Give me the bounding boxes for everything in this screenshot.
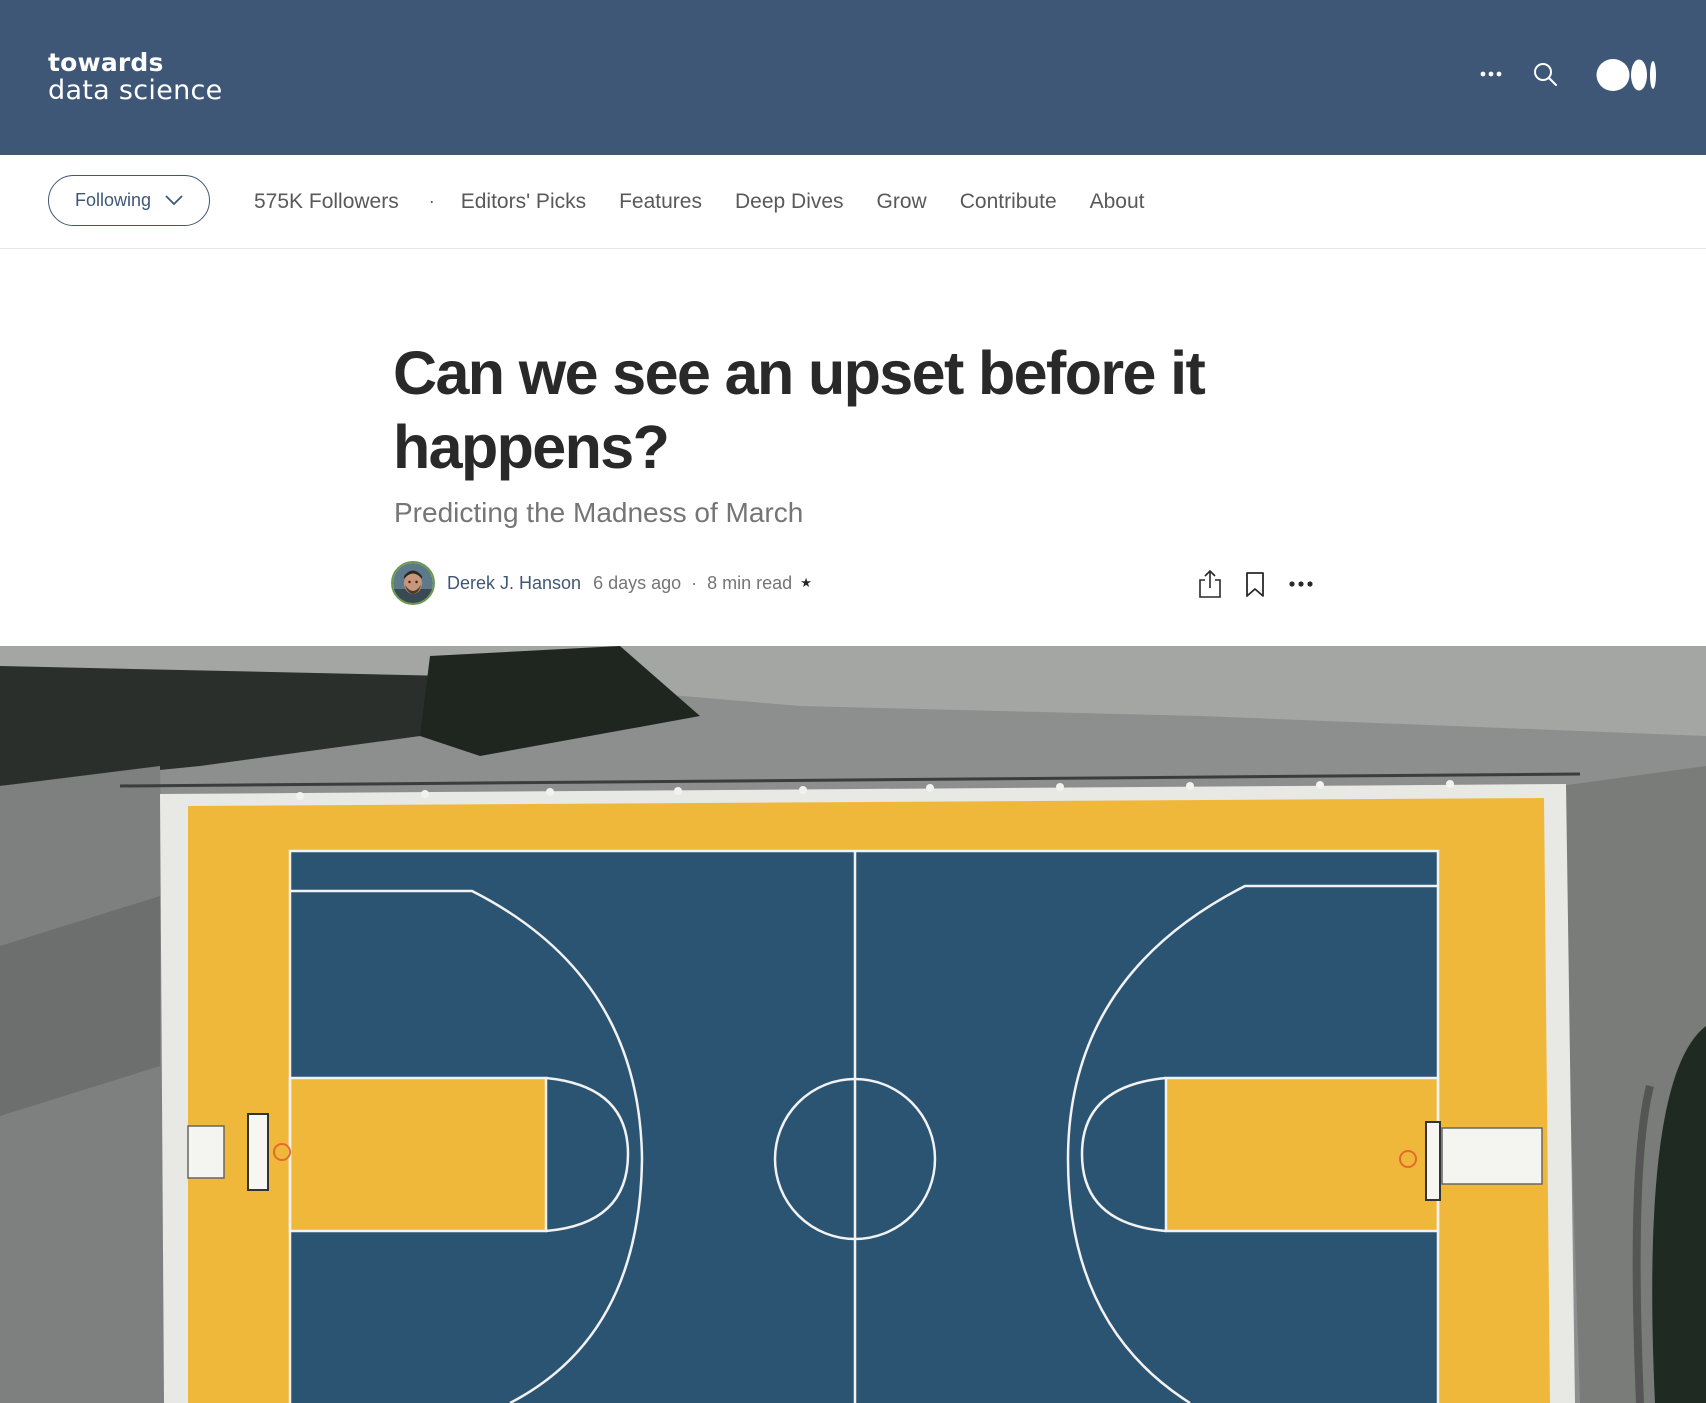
basketball-court-aerial-photo (0, 646, 1706, 1403)
nav-link-about[interactable]: About (1090, 190, 1145, 214)
nav-link-deep-dives[interactable]: Deep Dives (735, 190, 844, 214)
bookmark-icon[interactable] (1244, 571, 1266, 598)
more-horizontal-icon[interactable] (1478, 60, 1504, 88)
member-star-icon: ★ (800, 575, 812, 590)
nav-link-features[interactable]: Features (619, 190, 702, 214)
logo-line-1: towards (48, 48, 164, 77)
logo-line-2: data science (48, 75, 223, 106)
nav-link-editors-picks[interactable]: Editors' Picks (461, 190, 586, 214)
author-avatar[interactable] (391, 561, 435, 605)
share-icon[interactable] (1197, 569, 1223, 599)
publication-nav: Following 575K Followers · Editors' Pick… (0, 155, 1706, 249)
following-button[interactable]: Following (48, 175, 210, 226)
nav-separator: · (428, 191, 435, 211)
post-date: 6 days ago (593, 572, 682, 593)
followers-count[interactable]: 575K Followers (254, 190, 399, 214)
hero-image (0, 646, 1706, 1403)
article-more-icon[interactable] (1287, 574, 1315, 594)
search-icon[interactable] (1531, 60, 1561, 90)
nav-link-contribute[interactable]: Contribute (960, 190, 1057, 214)
chevron-down-icon (165, 195, 183, 206)
article-byline: Derek J. Hanson 6 days ago · 8 min read … (391, 560, 812, 606)
article-subtitle: Predicting the Madness of March (394, 497, 804, 528)
site-header: towards data science (0, 0, 1706, 155)
publication-logo[interactable]: towards data science (48, 50, 223, 104)
nav-link-grow[interactable]: Grow (877, 190, 927, 214)
medium-logo-icon[interactable] (1596, 56, 1658, 94)
byline-separator: · (691, 572, 698, 593)
author-name[interactable]: Derek J. Hanson (447, 573, 581, 594)
read-time: 8 min read (707, 572, 793, 593)
following-label: Following (74, 190, 152, 210)
article-title: Can we see an upset before it happens? (393, 339, 1206, 481)
